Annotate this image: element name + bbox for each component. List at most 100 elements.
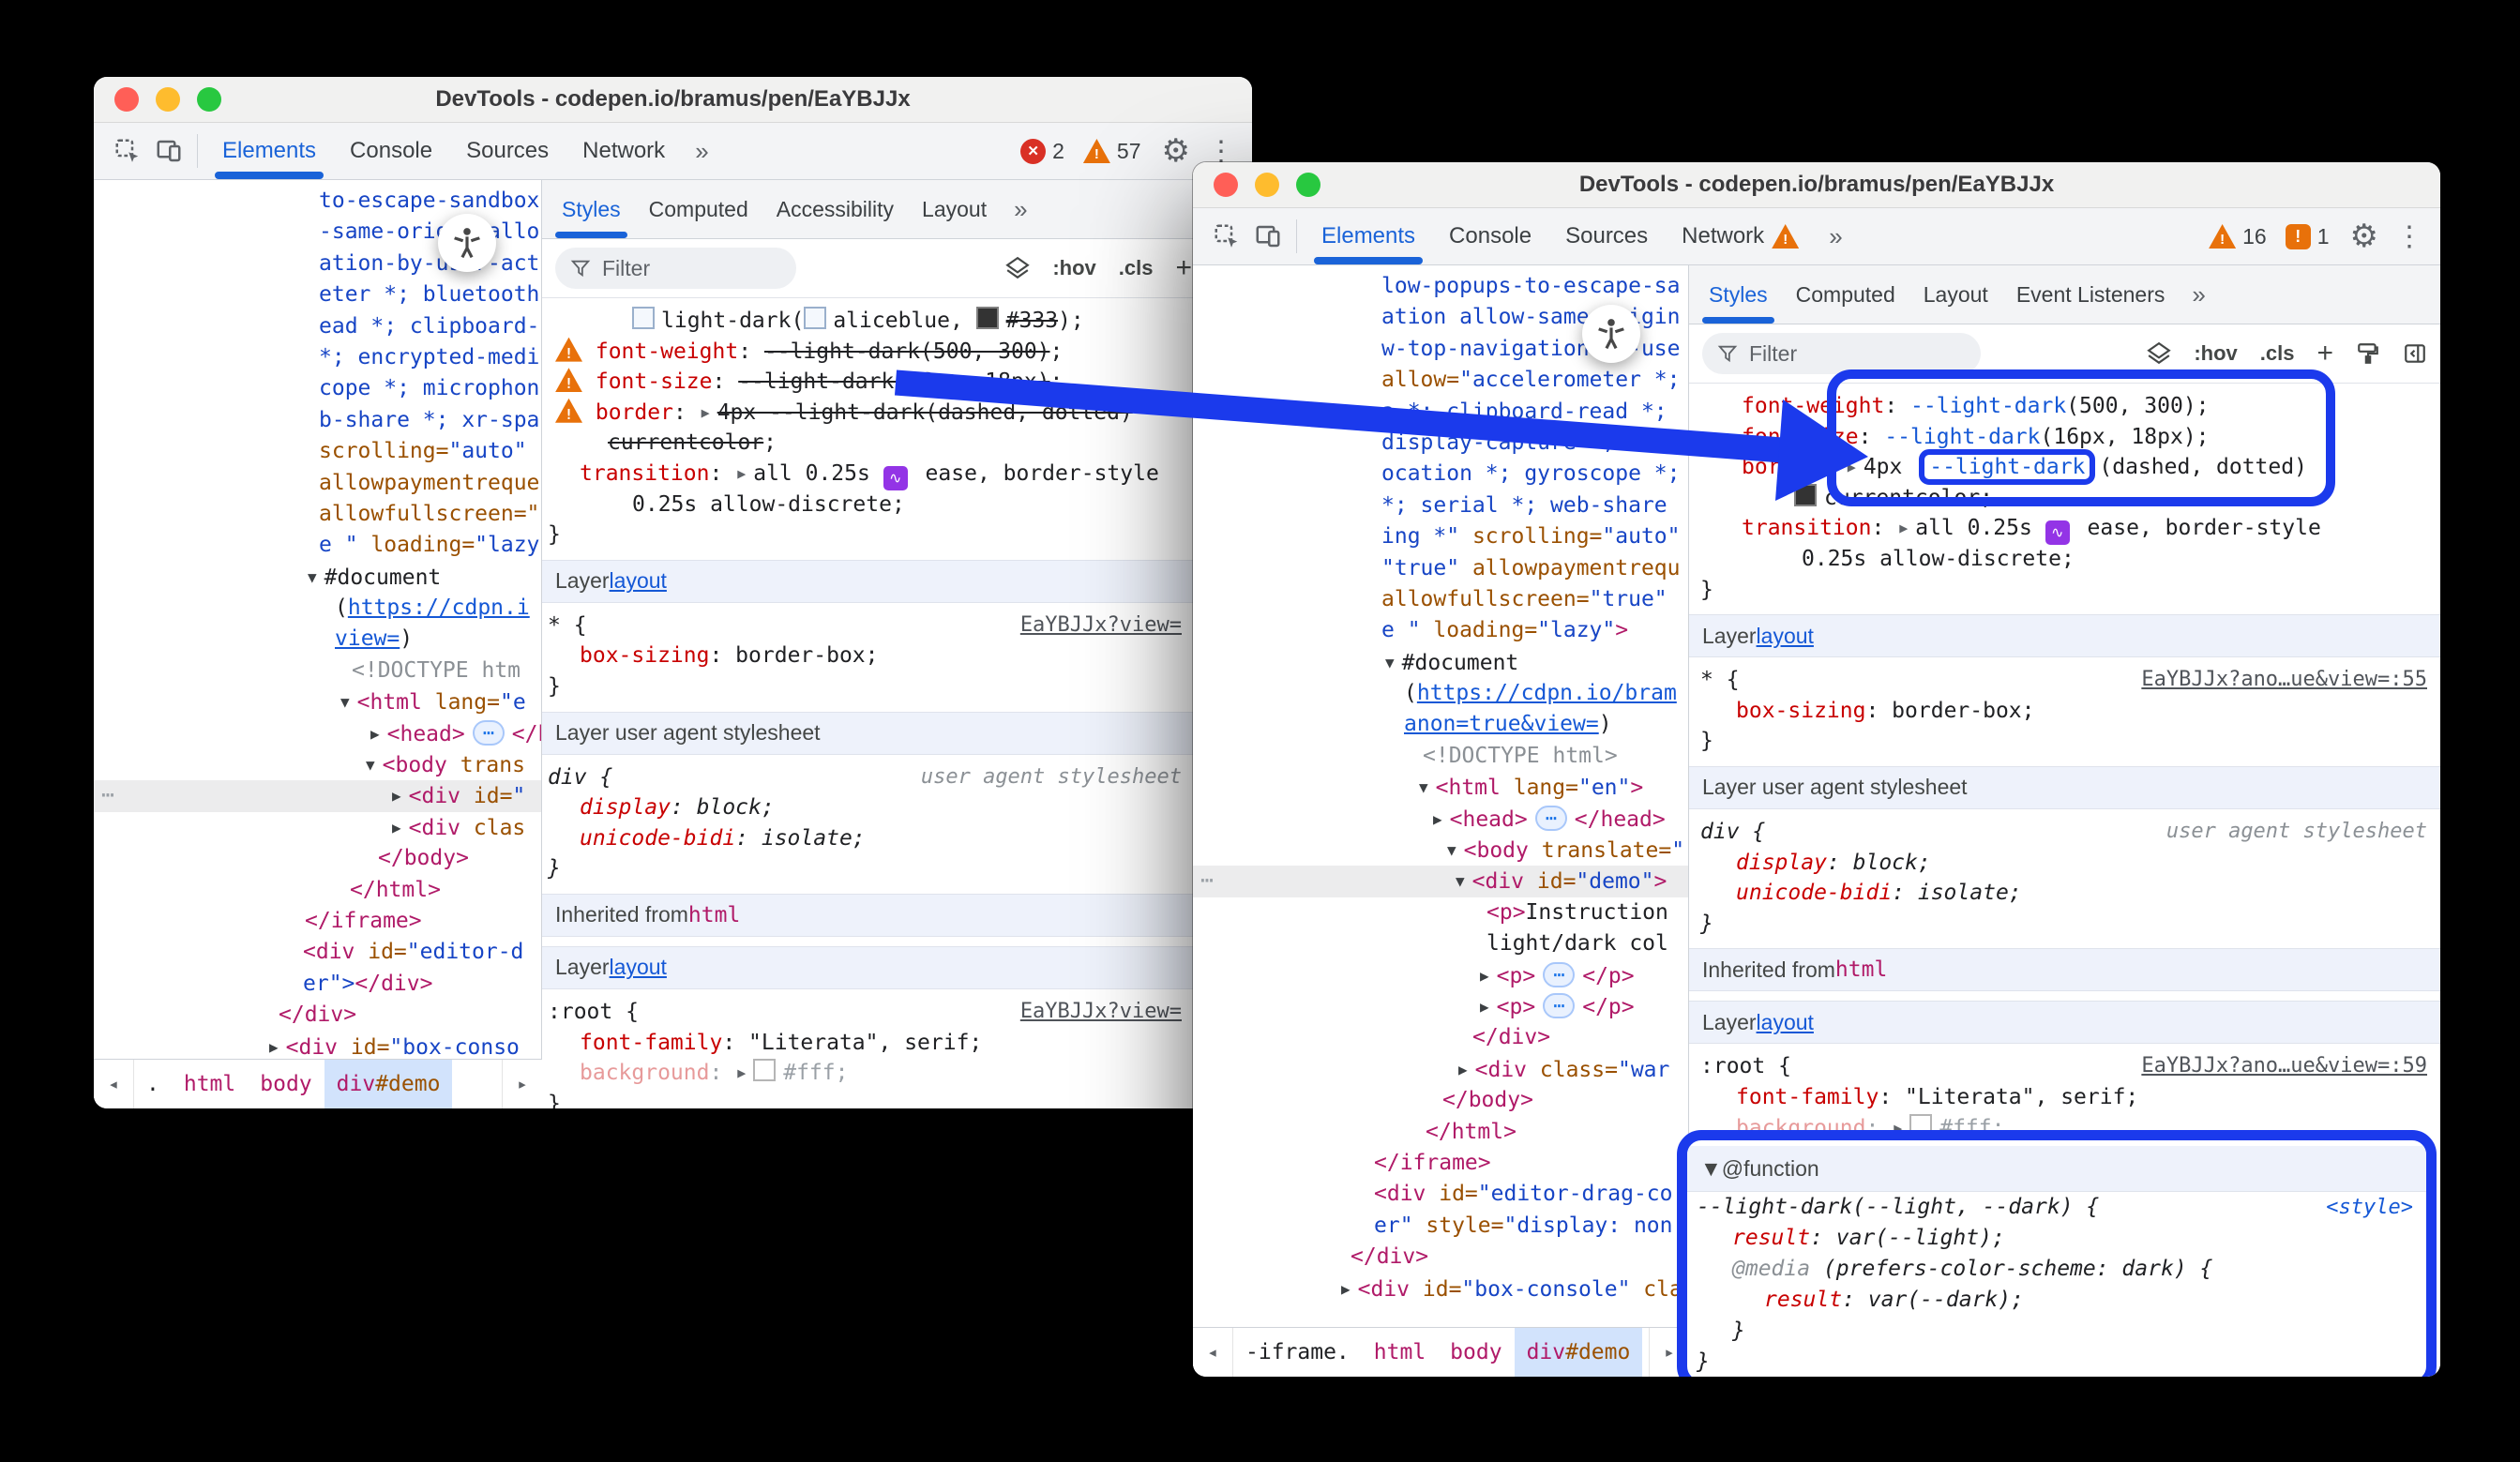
device-toolbar-icon[interactable] [1247, 216, 1289, 257]
disclosure-arrow-icon[interactable]: ▶ [1480, 960, 1489, 991]
code-line[interactable]: font-weight: --light-dark(500, 300); [1689, 391, 2440, 422]
issues-count-badge[interactable]: !1 [2286, 224, 2330, 249]
tab-styles[interactable]: Styles [1695, 265, 1782, 324]
code-line[interactable]: </div> [94, 1000, 541, 1031]
code-line[interactable]: ▶<div class="war [1193, 1054, 1688, 1085]
error-count-badge[interactable]: ✕2 [1020, 139, 1064, 164]
tab-sources[interactable]: Sources [1548, 208, 1665, 264]
toggle-hover-state-button[interactable]: :hov [2194, 341, 2237, 366]
close-button[interactable] [1214, 173, 1238, 197]
styles-filter-input[interactable]: Filter [1702, 333, 1981, 374]
code-line[interactable]: * {EaYBJJx?view= [542, 610, 1252, 641]
code-line[interactable]: :root {EaYBJJx?view= [542, 997, 1252, 1028]
disclosure-arrow-icon[interactable]: ▼ [1447, 835, 1456, 866]
dom-tree-panel[interactable]: to-escape-sandbox-same-origin alloation-… [94, 180, 542, 1108]
stylesheet-source-link[interactable]: <style> [2326, 1192, 2413, 1223]
code-line[interactable]: <!DOCTYPE htm [94, 656, 541, 686]
code-line[interactable]: 0.25s allow-discrete; [542, 490, 1252, 520]
stylesheet-source-link[interactable]: EaYBJJx?view= [1020, 997, 1182, 1028]
code-line[interactable]: ▼<body trans [94, 749, 541, 780]
code-line[interactable]: er"></div> [94, 969, 541, 1000]
code-line[interactable]: div {user agent stylesheet [1689, 817, 2440, 848]
minimize-button[interactable] [1255, 173, 1279, 197]
toggle-classes-button[interactable]: .cls [2260, 341, 2295, 366]
tab-computed[interactable]: Computed [635, 180, 762, 238]
dom-tree-panel[interactable]: low-popups-to-escape-saation allow-same-… [1193, 265, 1689, 1377]
stylesheet-source-link[interactable]: user agent stylesheet [2166, 817, 2427, 848]
tab-computed[interactable]: Computed [1782, 265, 1909, 324]
zoom-button[interactable] [1296, 173, 1320, 197]
code-line[interactable]: font-family: "Literata", serif; [542, 1028, 1252, 1059]
tab-sources[interactable]: Sources [449, 123, 566, 179]
disclosure-arrow-icon[interactable]: ▼ [340, 686, 350, 717]
code-line[interactable]: b-share *; xr-spa [94, 405, 541, 436]
code-line[interactable]: ▶<div id="box-console" cla [1193, 1274, 1688, 1304]
code-line[interactable]: result: var(--light); [1687, 1223, 2426, 1254]
tab-accessibility[interactable]: Accessibility [762, 180, 908, 238]
code-line[interactable]: view=) [94, 624, 541, 655]
code-line[interactable]: display-capture *; encr [1193, 428, 1688, 459]
code-line[interactable]: transition: ▶all 0.25s ∿ ease, border-st… [1689, 513, 2440, 544]
code-line[interactable]: :root {EaYBJJx?ano…ue&view=:59 [1689, 1051, 2440, 1082]
at-function-rule[interactable]: ▼ @function--light-dark(--light, --dark)… [1687, 1140, 2426, 1377]
code-line[interactable]: *; encrypted-medi [94, 342, 541, 373]
code-line[interactable]: } [542, 853, 1252, 884]
disclosure-arrow-icon[interactable]: ▼ [1456, 866, 1465, 897]
code-line[interactable]: } [1689, 726, 2440, 757]
disclosure-arrow-icon[interactable]: ▶ [1458, 1054, 1468, 1085]
code-line[interactable]: ⋯▼<div id="demo"> [1193, 866, 1688, 897]
warning-count-badge[interactable]: !57 [1083, 139, 1141, 164]
code-line[interactable]: ⋯▶<div id=" [94, 780, 541, 811]
code-line[interactable]: </html> [94, 875, 541, 906]
code-line[interactable]: font-size: --light-dark(16px, 18px); [1689, 422, 2440, 453]
code-line[interactable]: "true" allowpaymentrequ [1193, 553, 1688, 584]
code-line[interactable]: ocation *; gyroscope *; [1193, 459, 1688, 490]
disclosure-arrow-icon[interactable]: ▶ [370, 718, 380, 749]
cascade-layers-icon[interactable] [1005, 256, 1030, 280]
code-line[interactable]: cope *; microphon [94, 373, 541, 404]
code-line[interactable]: er" style="display: non [1193, 1211, 1688, 1242]
code-line[interactable]: display: block; [1689, 848, 2440, 879]
code-line[interactable]: * {EaYBJJx?ano…ue&view=:55 [1689, 665, 2440, 696]
code-line[interactable]: <div id="editor-drag-co [1193, 1179, 1688, 1210]
breadcrumb-item[interactable]: . [134, 1060, 172, 1108]
tab-elements[interactable]: Elements [1305, 208, 1432, 264]
settings-gear-icon[interactable]: ⚙ [1162, 132, 1190, 170]
code-line[interactable]: transition: ▶all 0.25s ∿ ease, border-st… [542, 459, 1252, 490]
code-line[interactable]: </iframe> [94, 906, 541, 937]
code-line[interactable]: display: block; [542, 792, 1252, 823]
code-line[interactable]: <p>Instruction [1193, 897, 1688, 928]
titlebar[interactable]: DevTools - codepen.io/bramus/pen/EaYBJJx [1193, 162, 2440, 208]
disclosure-arrow-icon[interactable]: ▶ [1480, 991, 1489, 1022]
rendering-emulation-icon[interactable] [2356, 341, 2380, 366]
tab-network[interactable]: Network [566, 123, 682, 179]
code-line[interactable]: allowpaymentreque [94, 468, 541, 499]
zoom-button[interactable] [197, 87, 221, 112]
code-line[interactable]: ▶<div id="box-conso [94, 1032, 541, 1063]
code-line[interactable]: } [542, 671, 1252, 702]
code-line[interactable]: ▶<p>⋯</p> [1193, 991, 1688, 1022]
more-sidebar-tabs-icon[interactable]: » [2179, 280, 2218, 309]
breadcrumb-item[interactable]: body [248, 1060, 324, 1108]
code-line[interactable]: </iframe> [1193, 1148, 1688, 1179]
code-line[interactable]: ▼<html lang="e [94, 686, 541, 717]
code-line[interactable]: } [1689, 575, 2440, 606]
tab-elements[interactable]: Elements [205, 123, 333, 179]
disclosure-arrow-icon[interactable]: ▼ [1419, 772, 1428, 803]
breadcrumb-prev-icon[interactable]: ◂ [94, 1060, 134, 1108]
toggle-hover-state-button[interactable]: :hov [1052, 256, 1095, 280]
new-style-rule-button[interactable]: + [2316, 338, 2333, 369]
code-line[interactable]: box-sizing: border-box; [1689, 696, 2440, 727]
code-line[interactable]: ▶<div clas [94, 812, 541, 843]
disclosure-arrow-icon[interactable]: ▶ [269, 1032, 279, 1063]
tab-network[interactable]: Network! [1665, 208, 1816, 264]
disclosure-arrow-icon[interactable]: ▶ [1341, 1274, 1351, 1304]
code-line[interactable]: light-dark(aliceblue, #333); [542, 306, 1252, 337]
minimize-button[interactable] [156, 87, 180, 112]
device-toolbar-icon[interactable] [148, 130, 189, 172]
code-line[interactable]: ▶<head>⋯</head> [1193, 804, 1688, 835]
code-line[interactable]: ▼<body translate=" [1193, 835, 1688, 866]
code-line[interactable]: } [1689, 909, 2440, 940]
code-line[interactable]: allow="accelerometer *; [1193, 365, 1688, 396]
code-line[interactable]: *; serial *; web-share [1193, 490, 1688, 521]
